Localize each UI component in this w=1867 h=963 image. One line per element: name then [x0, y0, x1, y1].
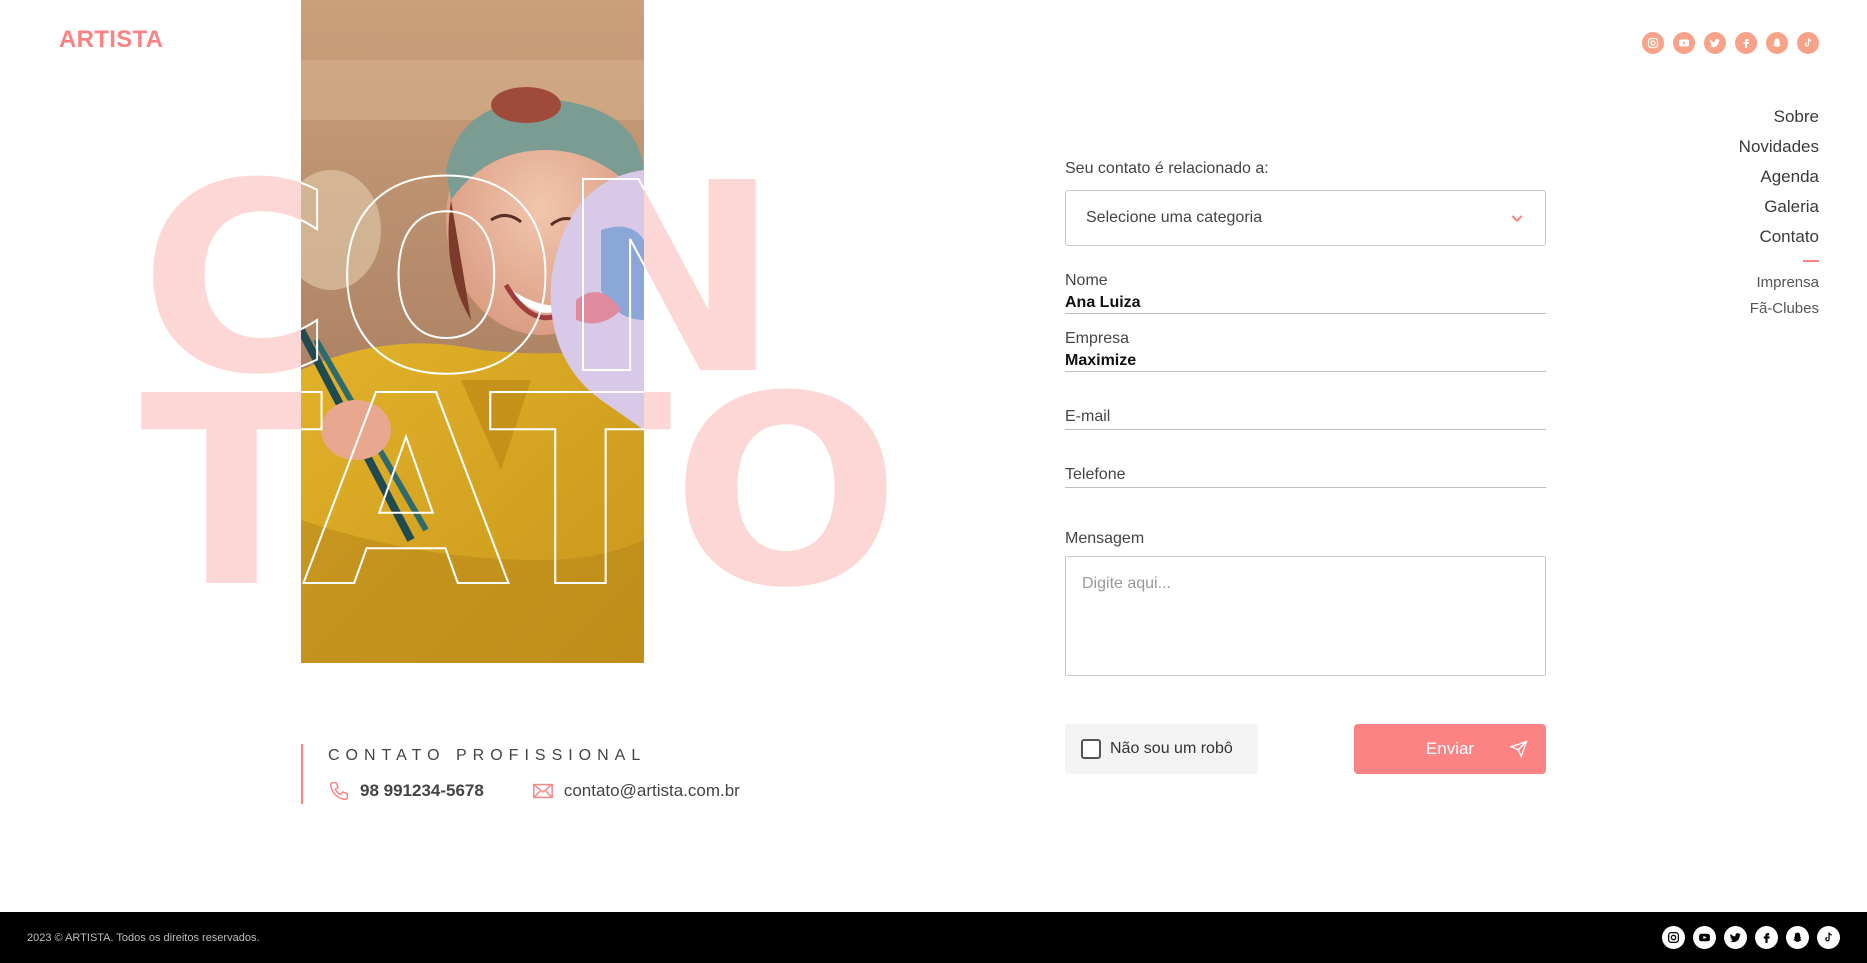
footer-copyright: 2023 © ARTISTA. Todos os direitos reserv…: [27, 931, 260, 944]
site-footer: 2023 © ARTISTA. Todos os direitos reserv…: [0, 912, 1867, 963]
tiktok-icon[interactable]: [1817, 926, 1840, 949]
form-actions: Não sou um robô Enviar: [1065, 724, 1546, 774]
phone-icon: [330, 782, 348, 800]
name-label: Nome: [1065, 272, 1108, 289]
facebook-icon[interactable]: [1735, 32, 1757, 54]
snapchat-icon[interactable]: [1766, 32, 1788, 54]
nav-item-sobre[interactable]: Sobre: [1739, 106, 1819, 136]
instagram-icon[interactable]: [1642, 32, 1664, 54]
company-field[interactable]: Empresa Maximize: [1065, 314, 1546, 372]
twitter-icon[interactable]: [1704, 32, 1726, 54]
professional-email[interactable]: contato@artista.com.br: [564, 781, 740, 801]
site-logo[interactable]: ARTISTA: [59, 26, 163, 54]
professional-phone[interactable]: 98 991234-5678: [360, 781, 484, 801]
category-select[interactable]: Selecione uma categoria: [1065, 190, 1546, 246]
chevron-down-icon: [1511, 215, 1523, 223]
email-label: E-mail: [1065, 408, 1111, 425]
nav-item-novidades[interactable]: Novidades: [1739, 136, 1819, 166]
professional-contact-title: CONTATO PROFISSIONAL: [328, 747, 647, 764]
submit-button[interactable]: Enviar: [1354, 724, 1546, 774]
snapchat-icon[interactable]: [1786, 926, 1809, 949]
company-value: Maximize: [1065, 352, 1137, 369]
category-label: Seu contato é relacionado a:: [1065, 160, 1269, 177]
nav-subitem-imprensa[interactable]: Imprensa: [1739, 272, 1819, 298]
company-label: Empresa: [1065, 330, 1130, 347]
category-select-value: Selecione uma categoria: [1086, 209, 1263, 226]
phone-field[interactable]: Telefone: [1065, 430, 1546, 488]
youtube-icon[interactable]: [1673, 32, 1695, 54]
nav-active-indicator: [1803, 260, 1819, 262]
nav-item-contato[interactable]: Contato: [1739, 226, 1819, 256]
twitter-icon[interactable]: [1724, 926, 1747, 949]
message-label: Mensagem: [1065, 530, 1145, 547]
captcha-label: Não sou um robô: [1110, 740, 1233, 757]
instagram-icon[interactable]: [1662, 926, 1685, 949]
contact-form: Seu contato é relacionado a: Selecione u…: [1065, 160, 1546, 676]
submit-label: Enviar: [1425, 739, 1475, 758]
phone-label: Telefone: [1065, 466, 1126, 483]
captcha-widget[interactable]: Não sou um robô: [1065, 724, 1258, 774]
social-links-header: [1642, 32, 1819, 54]
main-nav: Sobre Novidades Agenda Galeria Contato I…: [1739, 106, 1819, 324]
name-field[interactable]: Nome Ana Luiza: [1065, 256, 1546, 314]
social-links-footer: [1662, 926, 1840, 949]
nav-subitem-fa-clubes[interactable]: Fã-Clubes: [1739, 298, 1819, 324]
artist-photo: [301, 0, 644, 663]
tiktok-icon[interactable]: [1797, 32, 1819, 54]
youtube-icon[interactable]: [1693, 926, 1716, 949]
nav-item-galeria[interactable]: Galeria: [1739, 196, 1819, 226]
name-value: Ana Luiza: [1065, 294, 1141, 311]
send-icon: [1510, 740, 1528, 758]
mail-icon: [532, 783, 553, 799]
professional-contact: CONTATO PROFISSIONAL 98 991234-5678 cont…: [301, 744, 740, 804]
nav-item-agenda[interactable]: Agenda: [1739, 166, 1819, 196]
captcha-checkbox[interactable]: [1081, 739, 1101, 759]
email-field[interactable]: E-mail: [1065, 372, 1546, 430]
message-textarea[interactable]: Digite aqui...: [1065, 556, 1546, 676]
facebook-icon[interactable]: [1755, 926, 1778, 949]
